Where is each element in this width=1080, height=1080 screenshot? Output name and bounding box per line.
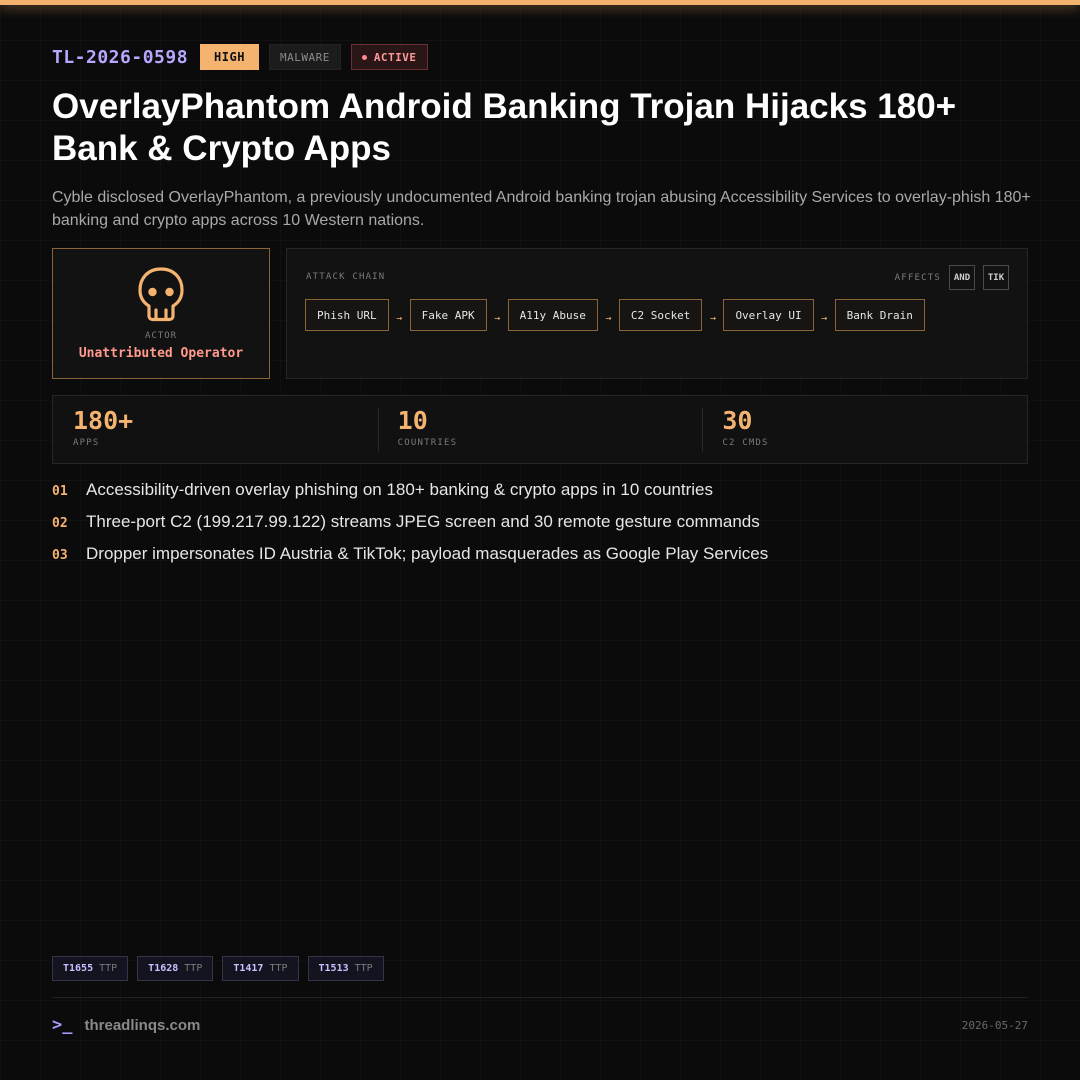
page-title: OverlayPhantom Android Banking Trojan Hi… xyxy=(52,87,957,168)
platform-tag-tiktok: TIK xyxy=(983,265,1009,290)
chain-step: Overlay UI xyxy=(723,299,814,331)
stat-value: 180+ xyxy=(73,406,134,435)
header-row: TL-2026-0598 HIGH MALWARE ACTIVE xyxy=(52,44,428,70)
stat-apps: 180+ APPS xyxy=(53,396,378,463)
point-number: 02 xyxy=(52,516,68,531)
stat-countries: 10 COUNTRIES xyxy=(377,396,703,463)
status-dot-icon xyxy=(361,54,367,60)
stat-value: 30 xyxy=(722,406,753,435)
terminal-prompt-icon: >_ xyxy=(52,1015,73,1035)
stat-c2-commands: 30 C2 CMDS xyxy=(702,396,1027,463)
status-label: ACTIVE xyxy=(373,50,417,64)
affects-label: AFFECTS xyxy=(894,272,941,283)
point-text: Accessibility-driven overlay phishing on… xyxy=(86,480,713,499)
stats-bar: 180+ APPS 10 COUNTRIES 30 C2 CMDS xyxy=(52,395,1028,464)
ttp-type: TTP xyxy=(99,963,118,974)
attack-chain-label: ATTACK CHAIN xyxy=(306,272,386,282)
platform-tag-android: AND xyxy=(949,265,975,290)
chain-step: C2 Socket xyxy=(618,299,703,331)
status-badge: ACTIVE xyxy=(350,44,428,70)
attack-chain-card: ATTACK CHAIN AFFECTS AND TIK Phish URL →… xyxy=(286,248,1028,379)
stat-label: COUNTRIES xyxy=(397,438,458,448)
arrow-right-icon: → xyxy=(494,312,501,324)
chain-step: A11y Abuse xyxy=(507,299,598,331)
stat-label: APPS xyxy=(73,438,100,448)
list-item: 03 Dropper impersonates ID Austria & Tik… xyxy=(52,544,1032,576)
key-points-list: 01 Accessibility-driven overlay phishing… xyxy=(52,480,1032,576)
ttp-type: TTP xyxy=(184,963,203,974)
ttp-tags: T1655 TTP T1628 TTP T1417 TTP T1513 TTP xyxy=(52,956,384,981)
ttp-type: TTP xyxy=(354,963,373,974)
list-item: 01 Accessibility-driven overlay phishing… xyxy=(52,480,1032,512)
ttp-code: T1513 xyxy=(318,963,349,974)
publish-date: 2026-05-27 xyxy=(961,1019,1028,1032)
ttp-tag-t1513[interactable]: T1513 TTP xyxy=(307,956,384,981)
list-item: 02 Three-port C2 (199.217.99.122) stream… xyxy=(52,512,1032,544)
ttp-code: T1655 xyxy=(63,963,94,974)
actor-card: ACTOR Unattributed Operator xyxy=(52,248,270,379)
skull-icon xyxy=(138,267,184,322)
severity-badge: HIGH xyxy=(200,44,259,70)
stat-value: 10 xyxy=(397,406,428,435)
ttp-code: T1628 xyxy=(148,963,179,974)
ttp-type: TTP xyxy=(269,963,288,974)
site-link[interactable]: threadlinqs.com xyxy=(84,1017,200,1034)
affects-group: AFFECTS AND TIK xyxy=(895,265,1009,290)
arrow-right-icon: → xyxy=(605,312,612,324)
category-badge: MALWARE xyxy=(268,44,341,70)
stat-label: C2 CMDS xyxy=(722,438,769,448)
ttp-tag-t1628[interactable]: T1628 TTP xyxy=(137,956,214,981)
point-number: 03 xyxy=(52,548,68,563)
point-text: Three-port C2 (199.217.99.122) streams J… xyxy=(86,512,760,531)
point-text: Dropper impersonates ID Austria & TikTok… xyxy=(86,544,769,563)
summary-description: Cyble disclosed OverlayPhantom, a previo… xyxy=(52,189,1031,229)
top-accent-bar xyxy=(0,0,1080,5)
arrow-right-icon: → xyxy=(821,312,828,324)
threat-id: TL-2026-0598 xyxy=(52,46,189,68)
actor-label: ACTOR xyxy=(144,331,178,341)
chain-step: Bank Drain xyxy=(834,299,925,331)
footer-brand[interactable]: >_ threadlinqs.com xyxy=(52,1015,200,1035)
ttp-tag-t1655[interactable]: T1655 TTP xyxy=(52,956,129,981)
arrow-right-icon: → xyxy=(709,312,716,324)
ttp-tag-t1417[interactable]: T1417 TTP xyxy=(222,956,299,981)
footer-divider xyxy=(52,997,1028,998)
actor-name: Unattributed Operator xyxy=(78,346,244,361)
attack-chain-steps: Phish URL → Fake APK → A11y Abuse → C2 S… xyxy=(305,299,925,331)
point-number: 01 xyxy=(52,484,68,499)
arrow-right-icon: → xyxy=(396,312,403,324)
chain-step: Fake APK xyxy=(409,299,487,331)
chain-step: Phish URL xyxy=(305,299,389,331)
ttp-code: T1417 xyxy=(233,963,264,974)
